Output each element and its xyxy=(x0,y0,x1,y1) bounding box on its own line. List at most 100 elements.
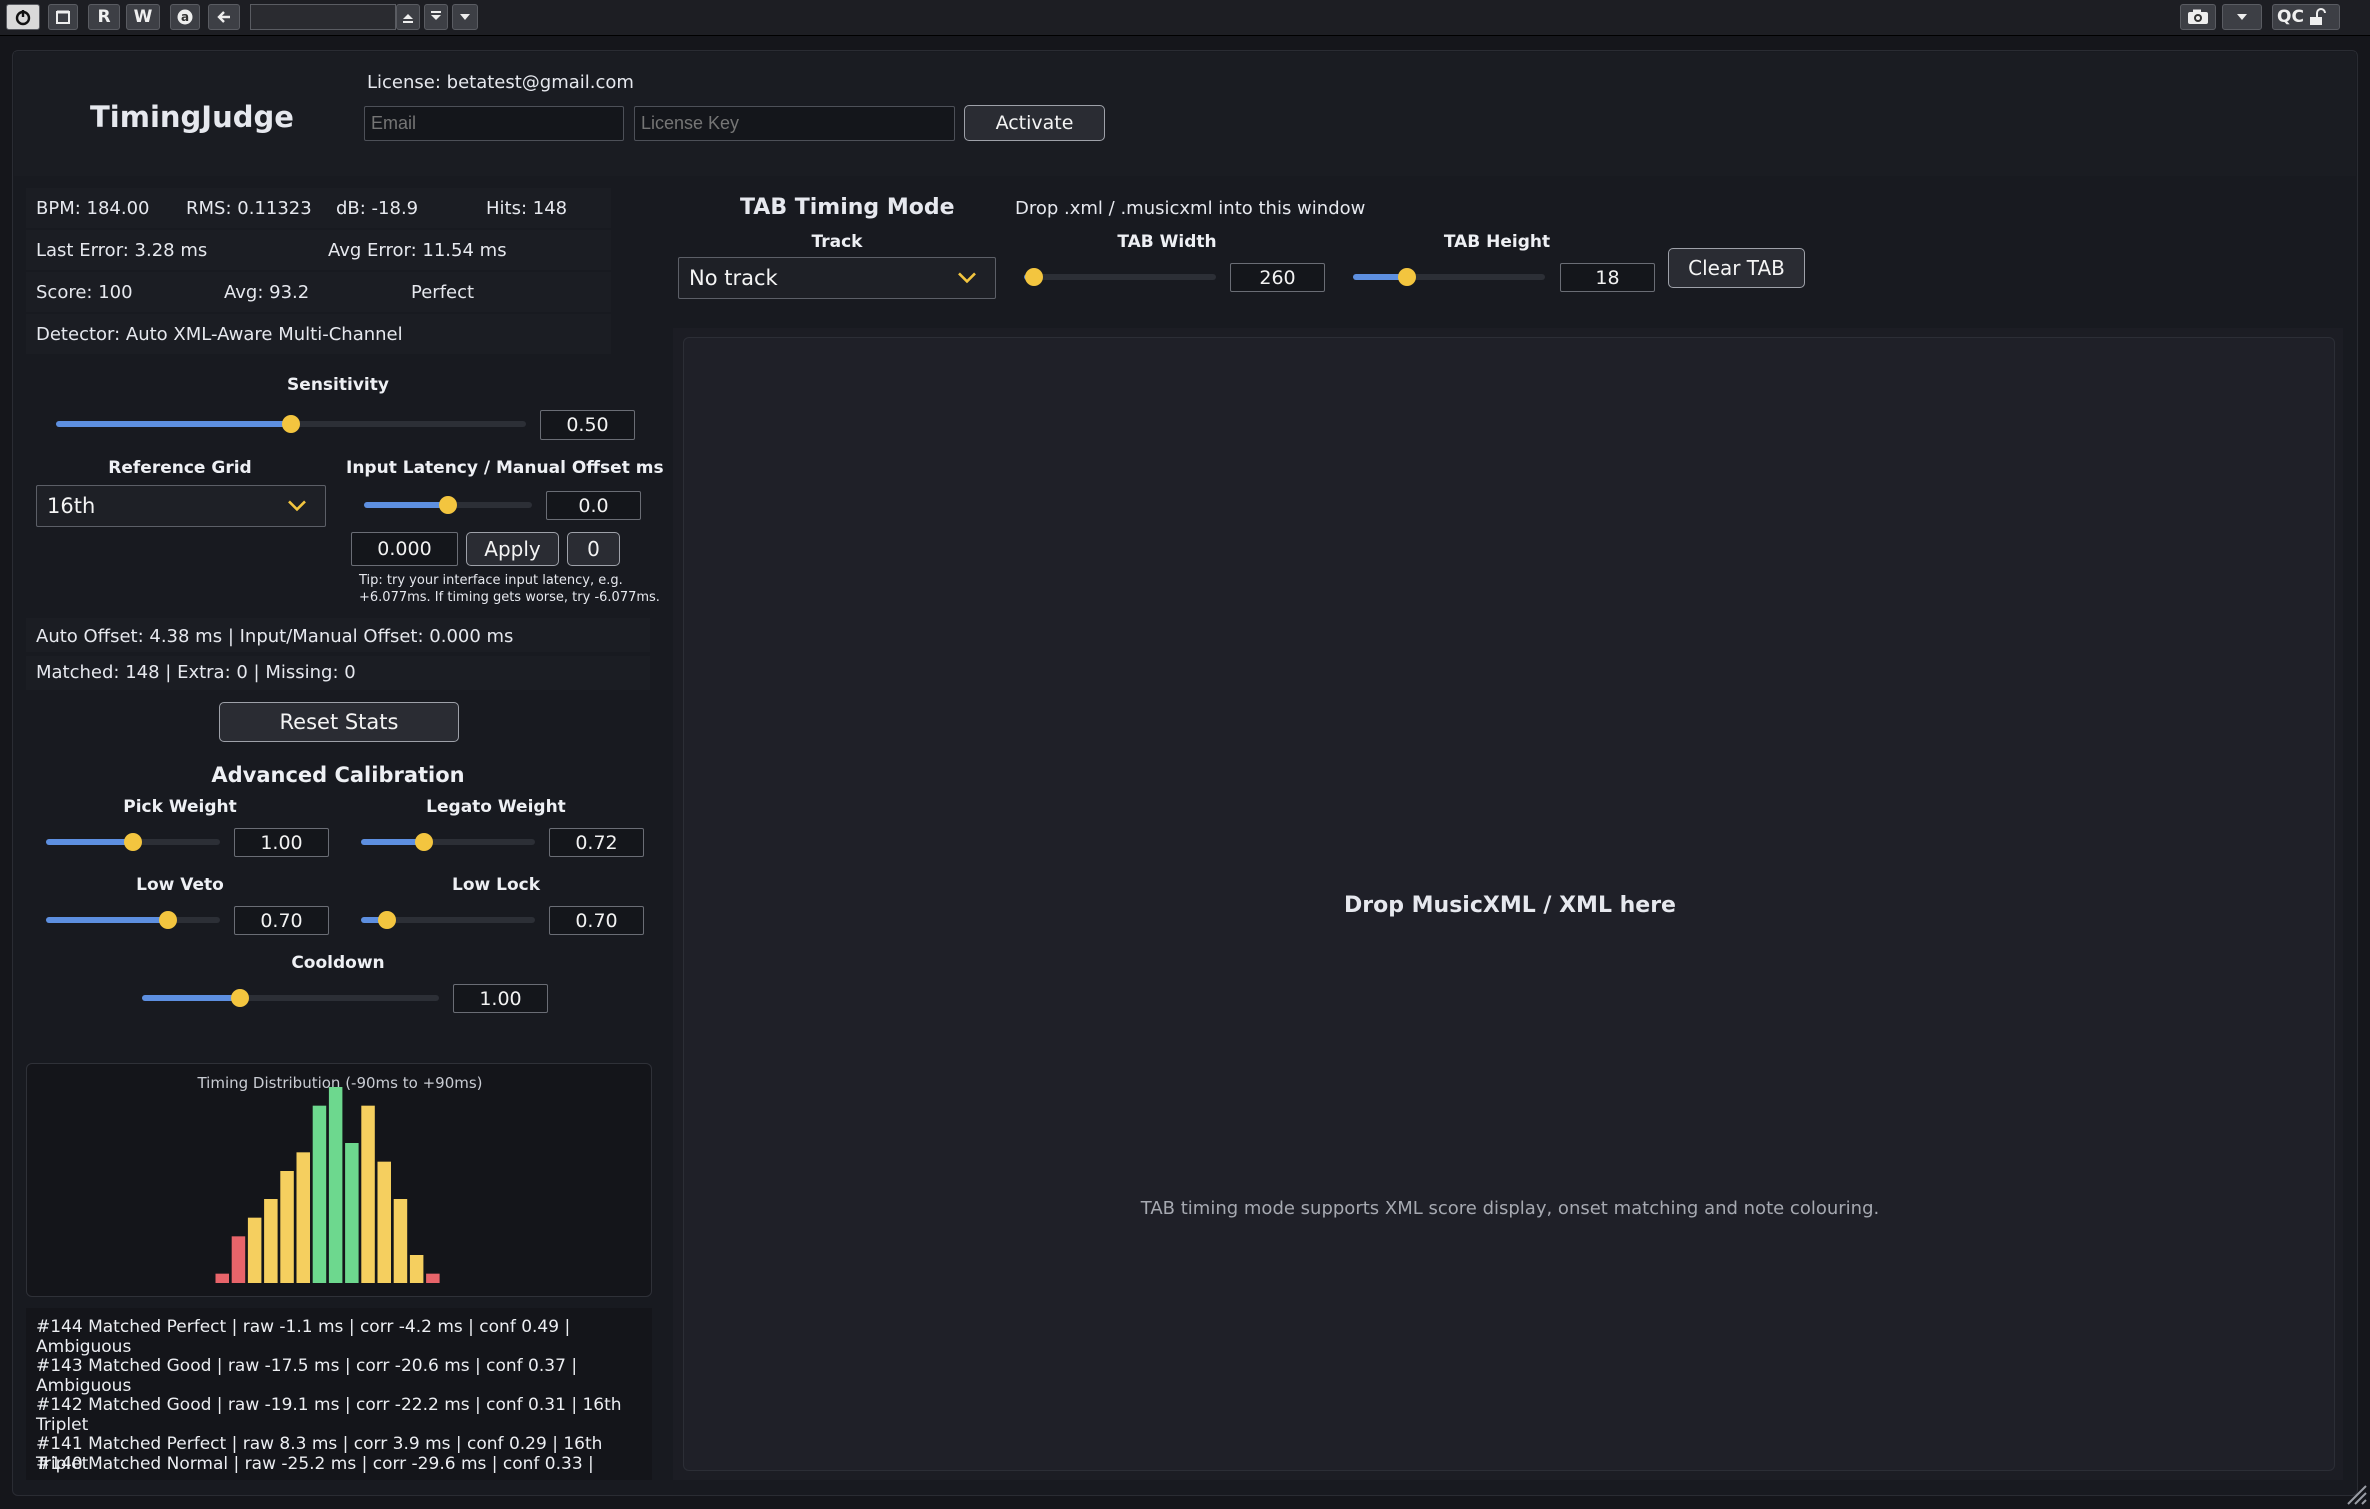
histogram-bar xyxy=(426,1273,440,1283)
low-lock-label: Low Lock xyxy=(451,875,541,895)
histogram-bar xyxy=(247,1217,262,1283)
slider-fill xyxy=(46,839,133,845)
db-readout: dB: -18.9 xyxy=(336,198,419,219)
power-icon xyxy=(15,10,31,26)
email-field[interactable] xyxy=(364,106,624,141)
slider-thumb[interactable] xyxy=(1397,268,1416,286)
manual-offset-field[interactable]: 0.000 xyxy=(351,532,458,566)
chevron-down-icon xyxy=(288,500,306,512)
preset-name-field[interactable] xyxy=(250,4,396,30)
zero-offset-button[interactable]: 0 xyxy=(567,532,620,566)
slider-thumb[interactable] xyxy=(282,415,300,433)
log-line: #142 Matched Good | raw -19.1 ms | corr … xyxy=(36,1395,622,1415)
settings-menu-button[interactable] xyxy=(2222,4,2262,30)
latency-tip-line1: Tip: try your interface input latency, e… xyxy=(359,573,623,588)
preset-down-button[interactable] xyxy=(424,4,448,30)
reference-grid-dropdown[interactable]: 16th xyxy=(36,485,326,527)
drop-zone-title: Drop MusicXML / XML here xyxy=(1344,893,1676,918)
power-button[interactable] xyxy=(6,4,40,30)
pick-weight-slider[interactable] xyxy=(46,833,220,851)
previous-preset-button[interactable] xyxy=(208,4,240,30)
tab-height-slider[interactable] xyxy=(1353,268,1545,286)
automation-mode-button[interactable]: a xyxy=(170,4,200,30)
cooldown-label: Cooldown xyxy=(291,953,385,973)
reset-stats-button[interactable]: Reset Stats xyxy=(219,702,459,742)
offset-info: Auto Offset: 4.38 ms | Input/Manual Offs… xyxy=(36,626,514,647)
qc-label: QC xyxy=(2277,7,2304,27)
legato-weight-slider[interactable] xyxy=(361,833,535,851)
activate-button[interactable]: Activate xyxy=(964,105,1105,141)
sensitivity-value[interactable]: 0.50 xyxy=(540,410,635,440)
latency-tip-line2: +6.077ms. If timing gets worse, try -6.0… xyxy=(359,590,660,605)
bypass-button[interactable] xyxy=(48,4,78,30)
slider-thumb[interactable] xyxy=(378,911,397,929)
host-toolbar: R W a QC xyxy=(0,0,2370,36)
tab-width-slider[interactable] xyxy=(1024,268,1216,286)
arrow-up-icon xyxy=(403,14,413,23)
histogram-bar xyxy=(264,1199,278,1283)
grade-readout: Perfect xyxy=(411,282,475,303)
preset-menu-button[interactable] xyxy=(452,4,478,30)
tab-mode-title: TAB Timing Mode xyxy=(740,195,955,220)
low-veto-value[interactable]: 0.70 xyxy=(234,906,329,935)
latency-slider[interactable] xyxy=(364,496,532,514)
cooldown-slider[interactable] xyxy=(142,989,439,1007)
low-lock-slider[interactable] xyxy=(361,911,535,929)
slider-thumb[interactable] xyxy=(439,496,457,514)
slider-thumb[interactable] xyxy=(414,833,433,851)
log-line: #143 Matched Good | raw -17.5 ms | corr … xyxy=(36,1356,578,1376)
slider-thumb[interactable] xyxy=(1024,268,1043,286)
histogram-bar xyxy=(345,1143,359,1283)
avg-error-readout: Avg Error: 11.54 ms xyxy=(328,240,507,261)
slider-thumb[interactable] xyxy=(124,833,142,851)
latency-label: Input Latency / Manual Offset ms xyxy=(346,458,664,478)
slider-fill xyxy=(56,421,291,427)
histogram-bar xyxy=(361,1105,375,1283)
latency-value[interactable]: 0.0 xyxy=(546,491,641,520)
histogram-bar xyxy=(215,1273,229,1283)
histogram-bar xyxy=(280,1171,294,1283)
arrow-down-icon xyxy=(431,11,441,20)
histogram-bar xyxy=(409,1255,424,1283)
tab-height-label: TAB Height xyxy=(1443,232,1551,252)
hit-log: #144 Matched Perfect | raw -1.1 ms | cor… xyxy=(26,1308,652,1480)
track-dropdown[interactable]: No track xyxy=(678,257,996,299)
low-veto-slider[interactable] xyxy=(46,911,220,929)
bpm-readout: BPM: 184.00 xyxy=(36,198,150,219)
histogram-bar xyxy=(328,1087,343,1283)
slider-fill xyxy=(364,502,448,508)
track-value: No track xyxy=(689,266,778,290)
write-automation-button[interactable]: W xyxy=(126,4,160,30)
detector-readout: Detector: Auto XML-Aware Multi-Channel xyxy=(36,324,403,345)
histogram-bar xyxy=(231,1236,246,1283)
resize-grip-icon[interactable] xyxy=(2344,1482,2368,1506)
clear-tab-button[interactable]: Clear TAB xyxy=(1668,248,1805,288)
tab-drop-hint: Drop .xml / .musicxml into this window xyxy=(1015,198,1366,219)
legato-weight-value[interactable]: 0.72 xyxy=(549,828,644,857)
log-line: Triplet xyxy=(36,1414,89,1435)
histogram-bar xyxy=(312,1105,327,1283)
log-line: #140 Matched Normal | raw -25.2 ms | cor… xyxy=(36,1453,594,1474)
cooldown-value[interactable]: 1.00 xyxy=(453,984,548,1013)
sensitivity-slider[interactable] xyxy=(56,415,526,433)
timing-distribution-chart: Timing Distribution (-90ms to +90ms) xyxy=(26,1063,652,1297)
lock-icon xyxy=(2309,8,2326,25)
tab-drop-zone[interactable]: Drop MusicXML / XML here TAB timing mode… xyxy=(683,337,2335,1471)
pick-weight-value[interactable]: 1.00 xyxy=(234,828,329,857)
slider-fill xyxy=(46,917,168,923)
snapshot-button[interactable] xyxy=(2180,4,2216,30)
preset-up-button[interactable] xyxy=(396,4,420,30)
tab-width-value[interactable]: 260 xyxy=(1230,263,1325,292)
apply-offset-button[interactable]: Apply xyxy=(466,532,559,566)
qc-button[interactable]: QC xyxy=(2272,4,2340,30)
license-key-field[interactable] xyxy=(634,106,955,141)
histogram-bar xyxy=(393,1199,408,1283)
low-lock-value[interactable]: 0.70 xyxy=(549,906,644,935)
tab-height-value[interactable]: 18 xyxy=(1560,263,1655,292)
last-error-readout: Last Error: 3.28 ms xyxy=(36,240,208,261)
drop-zone-support-text: TAB timing mode supports XML score displ… xyxy=(1140,1198,1880,1219)
slider-thumb[interactable] xyxy=(231,989,249,1007)
slider-thumb[interactable] xyxy=(158,911,177,929)
read-automation-button[interactable]: R xyxy=(88,4,120,30)
avg-score-readout: Avg: 93.2 xyxy=(224,282,310,303)
